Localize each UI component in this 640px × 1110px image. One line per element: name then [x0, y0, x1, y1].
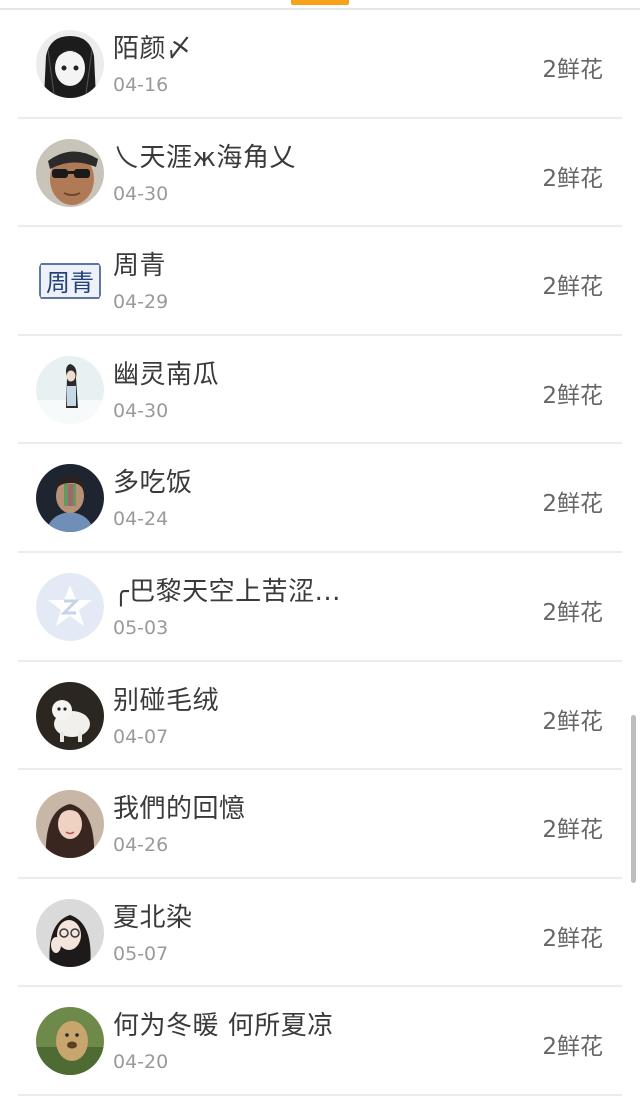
- avatar[interactable]: [36, 681, 104, 750]
- avatar[interactable]: [36, 355, 104, 424]
- gift-date: 04-26: [113, 834, 169, 857]
- avatar-text: 周青: [46, 269, 94, 297]
- avatar[interactable]: [36, 790, 104, 859]
- flower-count: 2鲜花: [542, 925, 603, 952]
- user-name: 我們的回憶: [113, 794, 246, 825]
- dog-outdoor-avatar-icon: [36, 1007, 104, 1076]
- zhouqing-text-avatar-icon: 周青: [36, 247, 104, 316]
- woman-portrait-avatar-icon: [36, 790, 104, 859]
- scrollbar[interactable]: [631, 715, 636, 883]
- user-name: 多吃饭: [113, 468, 193, 499]
- gift-date: 05-07: [113, 942, 169, 965]
- avatar[interactable]: 周青: [36, 247, 104, 316]
- list-item[interactable]: 我們的回憶 04-26 2鲜花: [0, 770, 640, 879]
- list-item[interactable]: 乀天涯ж海角乂 04-30 2鲜花: [0, 119, 640, 228]
- gift-date: 04-29: [113, 291, 169, 314]
- white-dog-avatar-icon: [36, 681, 104, 750]
- flower-count: 2鲜花: [542, 599, 603, 626]
- user-name: 何为冬暖 何所夏凉: [113, 1011, 334, 1042]
- gift-date: 04-07: [113, 725, 169, 748]
- boy-portrait-avatar-icon: [36, 464, 104, 533]
- avatar[interactable]: [36, 30, 104, 98]
- flower-count: 2鲜花: [542, 382, 603, 409]
- user-name: 别碰毛绒: [113, 685, 220, 716]
- user-name: 乀天涯ж海角乂: [113, 142, 296, 173]
- list-item[interactable]: 夏北染 05-07 2鲜花: [0, 879, 640, 988]
- list-item[interactable]: 陌颜〆 04-16 2鲜花: [0, 10, 640, 119]
- anime-girl-avatar-icon: [36, 30, 104, 98]
- avatar[interactable]: [36, 898, 104, 967]
- list-item[interactable]: 多吃饭 04-24 2鲜花: [0, 444, 640, 553]
- user-name: 周青: [113, 251, 167, 282]
- flower-giver-list: 陌颜〆 04-16 2鲜花 乀天涯ж海角乂 04-30 2鲜花 周青 周青 04…: [0, 10, 640, 1096]
- flower-count: 2鲜花: [542, 165, 603, 192]
- gift-date: 04-20: [113, 1051, 169, 1074]
- flower-count: 2鲜花: [542, 491, 603, 518]
- user-name: 夏北染: [113, 902, 193, 933]
- list-item[interactable]: 幽灵南瓜 04-30 2鲜花: [0, 336, 640, 445]
- gift-date: 04-30: [113, 399, 169, 422]
- girl-snow-avatar-icon: [36, 355, 104, 424]
- flower-count: 2鲜花: [542, 708, 603, 735]
- man-sunglasses-avatar-icon: [36, 138, 104, 207]
- gift-date: 05-03: [113, 616, 169, 639]
- user-name: 幽灵南瓜: [113, 359, 220, 390]
- list-item[interactable]: 别碰毛绒 04-07 2鲜花: [0, 662, 640, 771]
- avatar[interactable]: [36, 572, 104, 641]
- gift-date: 04-30: [113, 182, 169, 205]
- list-item[interactable]: 何为冬暖 何所夏凉 04-20 2鲜花: [0, 987, 640, 1096]
- gift-date: 04-24: [113, 508, 169, 531]
- gift-date: 04-16: [113, 74, 169, 96]
- user-name: ╭巴黎天空上苦涩...: [113, 576, 341, 607]
- list-item[interactable]: 周青 周青 04-29 2鲜花: [0, 227, 640, 336]
- flower-count: 2鲜花: [542, 274, 603, 301]
- user-name: 陌颜〆: [113, 34, 193, 64]
- avatar[interactable]: [36, 138, 104, 207]
- flower-count: 2鲜花: [542, 817, 603, 844]
- list-item[interactable]: ╭巴黎天空上苦涩... 05-03 2鲜花: [0, 553, 640, 662]
- active-tab-indicator: [291, 0, 349, 5]
- default-star-avatar-icon: [36, 572, 104, 641]
- avatar[interactable]: [36, 464, 104, 533]
- girl-selfie-avatar-icon: [36, 898, 104, 967]
- avatar[interactable]: [36, 1007, 104, 1076]
- flower-count: 2鲜花: [542, 57, 603, 83]
- flower-count: 2鲜花: [542, 1034, 603, 1061]
